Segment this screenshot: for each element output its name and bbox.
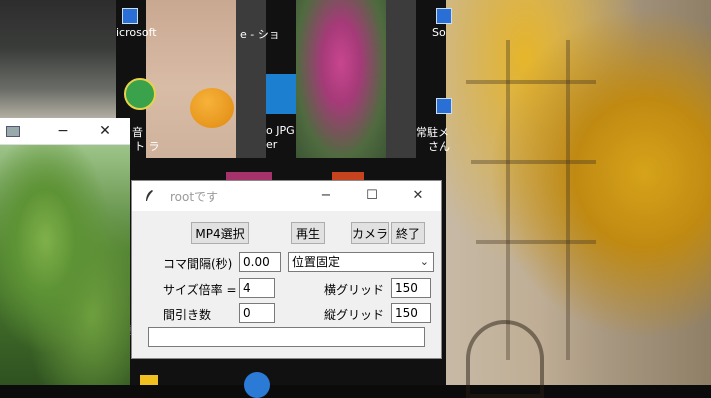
minimize-button[interactable]: − bbox=[54, 122, 72, 140]
feather-icon bbox=[146, 190, 153, 201]
frame-interval-label: コマ間隔(秒) bbox=[163, 257, 233, 271]
desktop-icon-label[interactable]: er bbox=[266, 138, 277, 151]
shortcut-icon[interactable] bbox=[436, 98, 452, 114]
close-button[interactable]: ✕ bbox=[408, 187, 428, 205]
thinning-input[interactable]: 0 bbox=[239, 303, 275, 323]
thumbnail-gap bbox=[236, 0, 266, 158]
desktop-icon-label[interactable]: icrosoft bbox=[116, 26, 157, 39]
desktop-icon-label[interactable]: ト ラ bbox=[134, 138, 160, 154]
v-grid-label: 縦グリッド bbox=[324, 308, 385, 322]
desktop-photo-left bbox=[0, 0, 116, 120]
minimize-button[interactable]: − bbox=[316, 187, 336, 205]
desktop-icon-label[interactable]: さん bbox=[428, 138, 450, 154]
quit-button[interactable]: 終了 bbox=[391, 222, 425, 244]
app-icon[interactable] bbox=[244, 372, 270, 398]
thumbnail-gap bbox=[386, 0, 416, 158]
v-grid-input[interactable]: 150 bbox=[391, 303, 431, 323]
desktop-icon-label[interactable]: o JPG bbox=[266, 124, 295, 137]
h-grid-label: 横グリッド bbox=[324, 283, 385, 297]
window-title: rootです bbox=[170, 190, 219, 204]
background-window[interactable]: − ✕ bbox=[0, 118, 130, 385]
desktop-wallpaper-building bbox=[446, 0, 711, 398]
position-mode-value: 位置固定 bbox=[292, 255, 341, 269]
thinning-label: 間引き数 bbox=[163, 308, 212, 322]
close-button[interactable]: ✕ bbox=[96, 122, 114, 140]
position-mode-select[interactable]: 位置固定 ⌄ bbox=[288, 252, 434, 272]
play-button[interactable]: 再生 bbox=[291, 222, 325, 244]
app-icon[interactable] bbox=[140, 375, 158, 385]
app-titlebar[interactable]: rootです − ☐ ✕ bbox=[132, 181, 441, 211]
mp4-select-button[interactable]: MP4選択 bbox=[191, 222, 249, 244]
leaf-image bbox=[0, 144, 130, 385]
status-field[interactable] bbox=[148, 327, 425, 347]
frame-interval-input[interactable]: 0.00 bbox=[239, 252, 281, 272]
shortcut-icon[interactable] bbox=[436, 8, 452, 24]
camera-button[interactable]: カメラ bbox=[351, 222, 389, 244]
h-grid-input[interactable]: 150 bbox=[391, 278, 431, 298]
desktop-icon-label[interactable]: e - ショ bbox=[240, 26, 280, 42]
maximize-button[interactable]: ☐ bbox=[362, 187, 382, 205]
app-icon bbox=[6, 126, 20, 137]
chevron-down-icon[interactable]: ⌄ bbox=[420, 253, 429, 271]
scale-input[interactable]: 4 bbox=[239, 278, 275, 298]
shortcut-icon[interactable] bbox=[122, 8, 138, 24]
desktop-icon-label[interactable]: So bbox=[432, 26, 446, 39]
app-icon[interactable] bbox=[124, 78, 156, 110]
app-icon[interactable] bbox=[266, 74, 296, 114]
photo-thumbnail-flowers[interactable] bbox=[296, 0, 386, 158]
photo-thumbnail-orange[interactable] bbox=[146, 0, 236, 158]
background-window-titlebar[interactable]: − ✕ bbox=[0, 118, 130, 145]
